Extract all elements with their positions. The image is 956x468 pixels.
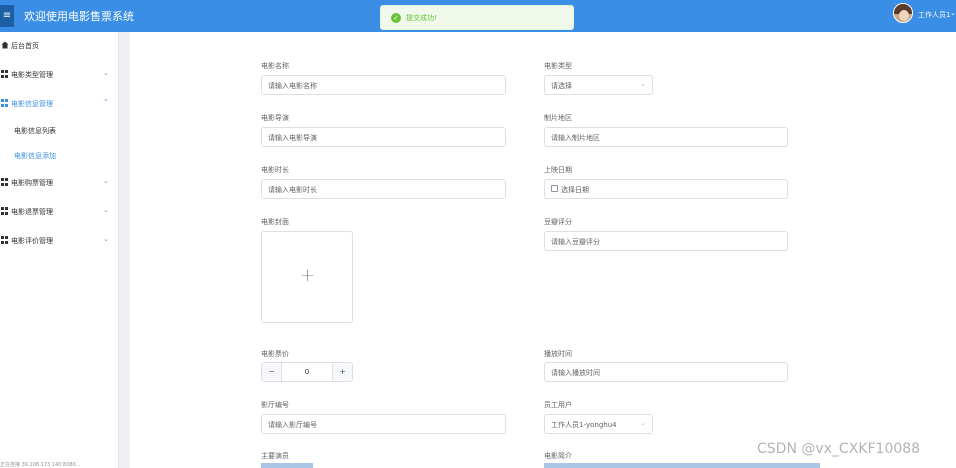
success-toast: ✓ 提交成功!	[380, 5, 574, 30]
director-input[interactable]: 请输入电影导演	[261, 127, 506, 147]
top-bar: ≡ 欢迎使用电影售票系统 ✓ 提交成功! 工作人员1 ⌄	[0, 0, 956, 32]
sidebar: 后台首页 电影类型管理 ⌄ 电影信息管理 ⌃ 电影信息列表 电影信息添加 电影购…	[0, 32, 119, 468]
grid-icon	[1, 178, 9, 186]
staff-label: 员工用户	[544, 401, 572, 409]
calendar-icon	[551, 185, 558, 192]
placeholder: 请输入影厅编号	[268, 421, 317, 429]
placeholder: 请输入电影导演	[268, 134, 317, 142]
chevron-up-icon: ⌃	[103, 98, 109, 106]
chevron-down-icon: ⌄	[103, 177, 109, 185]
sidebar-item-label: 后台首页	[11, 42, 39, 50]
movie-type-select[interactable]: 请选择 ⌄	[544, 75, 653, 95]
home-icon	[1, 41, 9, 49]
sidebar-item-refund[interactable]: 电影退票管理 ⌄	[0, 200, 119, 222]
status-bar: 正在连接 39.108.173.140:8080...	[0, 462, 81, 468]
release-date-picker[interactable]: 选择日期	[544, 179, 788, 199]
chevron-down-icon: ⌄	[103, 206, 109, 214]
content-gutter	[119, 32, 130, 468]
chevron-down-icon[interactable]: ⌄	[950, 9, 956, 17]
grid-icon	[1, 236, 9, 244]
hamburger-icon[interactable]: ≡	[0, 5, 14, 27]
duration-input[interactable]: 请输入电影时长	[261, 179, 506, 199]
hall-input[interactable]: 请输入影厅编号	[261, 414, 506, 434]
chevron-down-icon: ⌄	[103, 69, 109, 77]
sidebar-item-label: 电影评价管理	[11, 237, 53, 245]
placeholder: 请选择	[551, 82, 572, 90]
sidebar-item-review[interactable]: 电影评价管理 ⌄	[0, 229, 119, 251]
staff-select[interactable]: 工作人员1-yonghu4 ⌄	[544, 414, 653, 434]
plus-button[interactable]: +	[332, 363, 352, 381]
region-input[interactable]: 请输入制片地区	[544, 127, 788, 147]
sidebar-item-movie-info[interactable]: 电影信息管理 ⌃	[0, 92, 119, 114]
price-label: 电影票价	[261, 350, 289, 358]
sidebar-item-label: 电影退票管理	[11, 208, 53, 216]
sidebar-item-genre[interactable]: 电影类型管理 ⌄	[0, 63, 119, 85]
intro-field-edge[interactable]	[544, 463, 820, 468]
region-label: 制片地区	[544, 114, 572, 122]
sidebar-item-home[interactable]: 后台首页	[0, 34, 119, 56]
movie-form: 电影名称 请输入电影名称 电影类型 请选择 ⌄ 电影导演 请输入电影导演 制片地…	[130, 32, 956, 468]
release-date-label: 上映日期	[544, 166, 572, 174]
grid-icon	[1, 207, 9, 215]
toast-message: 提交成功!	[406, 14, 437, 22]
check-circle-icon: ✓	[391, 13, 401, 23]
grid-icon	[1, 99, 9, 107]
price-value[interactable]: 0	[282, 368, 332, 376]
hall-label: 影厅编号	[261, 401, 289, 409]
sidebar-item-label: 电影信息管理	[11, 100, 53, 108]
chevron-down-icon: ⌄	[640, 419, 646, 427]
chevron-down-icon: ⌄	[640, 80, 646, 88]
movie-name-label: 电影名称	[261, 62, 289, 70]
price-stepper[interactable]: − 0 +	[261, 362, 353, 382]
placeholder: 请输入制片地区	[551, 134, 600, 142]
sidebar-item-label: 电影购票管理	[11, 179, 53, 187]
placeholder: 请输入电影时长	[268, 186, 317, 194]
duration-label: 电影时长	[261, 166, 289, 174]
douban-input[interactable]: 请输入豆瓣评分	[544, 231, 788, 251]
cover-upload[interactable]: +	[261, 231, 353, 323]
placeholder: 请输入播放时间	[551, 369, 600, 377]
cover-label: 电影封面	[261, 218, 289, 226]
grid-icon	[1, 70, 9, 78]
movie-type-label: 电影类型	[544, 62, 572, 70]
user-name[interactable]: 工作人员1	[918, 10, 950, 20]
showtime-label: 播放时间	[544, 350, 572, 358]
douban-label: 豆瓣评分	[544, 218, 572, 226]
minus-button[interactable]: −	[262, 363, 282, 381]
sidebar-item-purchase[interactable]: 电影购票管理 ⌄	[0, 171, 119, 193]
app-title: 欢迎使用电影售票系统	[24, 10, 134, 23]
movie-name-input[interactable]: 请输入电影名称	[261, 75, 506, 95]
director-label: 电影导演	[261, 114, 289, 122]
sidebar-subitem-movie-list[interactable]: 电影信息列表	[14, 126, 56, 136]
plus-icon: +	[300, 265, 316, 286]
placeholder: 选择日期	[561, 186, 589, 194]
watermark: CSDN @vx_CXKF10088	[757, 441, 921, 457]
placeholder: 请输入豆瓣评分	[551, 238, 600, 246]
sidebar-subitem-movie-add[interactable]: 电影信息添加	[14, 151, 56, 161]
intro-label: 电影简介	[544, 452, 572, 460]
chevron-down-icon: ⌄	[103, 235, 109, 243]
actors-label: 主要演员	[261, 452, 289, 460]
selected-value: 工作人员1-yonghu4	[551, 421, 617, 429]
showtime-input[interactable]: 请输入播放时间	[544, 362, 788, 382]
avatar[interactable]	[893, 3, 913, 23]
actors-field-edge[interactable]	[261, 463, 313, 468]
placeholder: 请输入电影名称	[268, 82, 317, 90]
sidebar-item-label: 电影类型管理	[11, 71, 53, 79]
